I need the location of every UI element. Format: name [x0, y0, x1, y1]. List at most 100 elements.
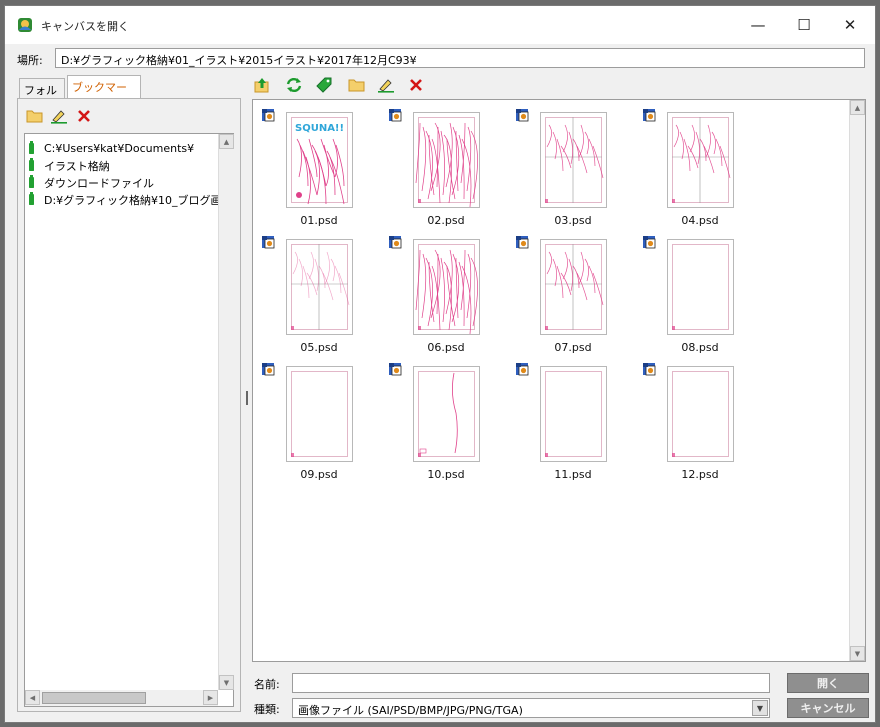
- open-canvas-dialog: キャンバスを開く — ☐ ✕ 場所: D:¥グラフィック格納¥01_イラスト¥2…: [4, 5, 876, 723]
- new-folder-icon[interactable]: [347, 76, 365, 94]
- file-thumbnail[interactable]: 02.psd: [383, 103, 509, 229]
- grid-vertical-scrollbar[interactable]: ▲ ▼: [849, 100, 865, 661]
- file-name-label: 11.psd: [554, 468, 592, 481]
- psd-file-icon: [643, 236, 656, 249]
- bookmark-marker-icon: [29, 175, 34, 188]
- bookmark-marker-icon: [29, 158, 34, 171]
- scroll-down-icon[interactable]: ▼: [219, 675, 234, 690]
- psd-file-icon: [389, 363, 402, 376]
- bookmark-vertical-scrollbar[interactable]: ▲ ▼: [218, 134, 235, 690]
- name-input[interactable]: [292, 673, 770, 693]
- maximize-button[interactable]: ☐: [781, 6, 827, 44]
- tag-icon[interactable]: [315, 76, 333, 94]
- psd-file-icon: [516, 109, 529, 122]
- thumbnail-preview: [286, 366, 353, 462]
- bookmark-label: イラスト格納: [44, 159, 110, 173]
- file-thumbnail[interactable]: 03.psd: [510, 103, 636, 229]
- bookmark-item[interactable]: ダウンロードファイル: [29, 174, 154, 191]
- thumbnail-preview: [667, 112, 734, 208]
- panel-splitter[interactable]: [246, 391, 248, 405]
- bookmark-label: D:¥グラフィック格納¥10_ブログ画像: [44, 193, 233, 207]
- delete-icon[interactable]: [75, 107, 93, 125]
- file-thumbnail[interactable]: 09.psd: [256, 357, 382, 483]
- thumbnail-preview: SQUNA!!: [286, 112, 353, 208]
- file-name-label: 02.psd: [427, 214, 465, 227]
- scroll-thumb[interactable]: [42, 692, 146, 704]
- file-thumbnail[interactable]: 10.psd: [383, 357, 509, 483]
- thumbnail-preview: [413, 239, 480, 335]
- title-bar: キャンバスを開く — ☐ ✕: [5, 6, 875, 44]
- bookmark-label: C:¥Users¥kat¥Documents¥: [44, 142, 195, 155]
- tab-bookmark[interactable]: ブックマーク: [67, 75, 141, 110]
- psd-file-icon: [389, 109, 402, 122]
- thumbnail-preview: [667, 366, 734, 462]
- file-name-label: 01.psd: [300, 214, 338, 227]
- cancel-button[interactable]: キャンセル: [787, 698, 869, 718]
- file-name-label: 08.psd: [681, 341, 719, 354]
- minimize-button[interactable]: —: [735, 6, 781, 44]
- bookmark-list: C:¥Users¥kat¥Documents¥ イラスト格納 ダウンロードファイ…: [24, 133, 235, 707]
- thumbnail-preview: [667, 239, 734, 335]
- psd-file-icon: [262, 109, 275, 122]
- bookmark-marker-icon: [29, 192, 34, 205]
- scroll-right-icon[interactable]: ▶: [203, 690, 218, 705]
- psd-file-icon: [643, 363, 656, 376]
- psd-file-icon: [262, 363, 275, 376]
- location-label: 場所:: [17, 54, 43, 67]
- bookmark-item[interactable]: D:¥グラフィック格納¥10_ブログ画像: [29, 191, 232, 208]
- left-panel: フォルダ ブックマーク C:¥Users¥kat¥Documents¥ イラスト…: [17, 75, 245, 714]
- open-button[interactable]: 開く: [787, 673, 869, 693]
- file-name-label: 10.psd: [427, 468, 465, 481]
- tab-folder[interactable]: フォルダ: [19, 78, 65, 113]
- psd-file-icon: [643, 109, 656, 122]
- thumbnail-preview: [413, 366, 480, 462]
- file-thumbnail[interactable]: 06.psd: [383, 230, 509, 356]
- file-thumbnail-grid: SQUNA!! 01.psd 02.psd 03.psd 04.psd 05.psd 06.…: [252, 99, 866, 662]
- bookmark-panel: C:¥Users¥kat¥Documents¥ イラスト格納 ダウンロードファイ…: [17, 98, 241, 712]
- bookmark-marker-icon: [29, 141, 34, 154]
- thumbnail-preview: [540, 112, 607, 208]
- chevron-down-icon[interactable]: ▼: [752, 700, 768, 716]
- folder-icon[interactable]: [25, 107, 43, 125]
- bookmark-horizontal-scrollbar[interactable]: ◀ ▶: [25, 690, 218, 706]
- bookmark-item[interactable]: C:¥Users¥kat¥Documents¥: [29, 140, 194, 157]
- window-title: キャンバスを開く: [41, 20, 129, 33]
- delete-file-icon[interactable]: [407, 76, 425, 94]
- file-name-label: 05.psd: [300, 341, 338, 354]
- edit-icon[interactable]: [50, 107, 68, 125]
- file-type-value: 画像ファイル (SAI/PSD/BMP/JPG/PNG/TGA): [298, 704, 523, 717]
- name-label: 名前:: [254, 678, 280, 691]
- location-row: 場所: D:¥グラフィック格納¥01_イラスト¥2015イラスト¥2017年12…: [5, 48, 875, 70]
- scroll-up-icon[interactable]: ▲: [219, 134, 234, 149]
- thumbnail-preview: [540, 239, 607, 335]
- psd-file-icon: [262, 236, 275, 249]
- psd-file-icon: [516, 236, 529, 249]
- file-thumbnail[interactable]: 11.psd: [510, 357, 636, 483]
- scroll-up-icon[interactable]: ▲: [850, 100, 865, 115]
- file-thumbnail[interactable]: 04.psd: [637, 103, 763, 229]
- file-thumbnail[interactable]: SQUNA!! 01.psd: [256, 103, 382, 229]
- type-label: 種類:: [254, 703, 280, 716]
- file-name-label: 04.psd: [681, 214, 719, 227]
- scroll-down-icon[interactable]: ▼: [850, 646, 865, 661]
- close-button[interactable]: ✕: [827, 6, 873, 44]
- file-thumbnail[interactable]: 12.psd: [637, 357, 763, 483]
- svg-text:SQUNA!!: SQUNA!!: [295, 123, 344, 134]
- rename-icon[interactable]: [377, 76, 395, 94]
- bookmark-item[interactable]: イラスト格納: [29, 157, 110, 174]
- file-thumbnail[interactable]: 08.psd: [637, 230, 763, 356]
- folder-up-icon[interactable]: [253, 76, 271, 94]
- file-type-select[interactable]: 画像ファイル (SAI/PSD/BMP/JPG/PNG/TGA) ▼: [292, 698, 770, 718]
- file-name-label: 12.psd: [681, 468, 719, 481]
- file-name-label: 06.psd: [427, 341, 465, 354]
- file-name-label: 07.psd: [554, 341, 592, 354]
- refresh-icon[interactable]: [285, 76, 303, 94]
- location-field[interactable]: D:¥グラフィック格納¥01_イラスト¥2015イラスト¥2017年12月C93…: [55, 48, 865, 68]
- file-name-label: 09.psd: [300, 468, 338, 481]
- psd-file-icon: [389, 236, 402, 249]
- scroll-left-icon[interactable]: ◀: [25, 690, 40, 705]
- file-thumbnail[interactable]: 05.psd: [256, 230, 382, 356]
- file-thumbnail[interactable]: 07.psd: [510, 230, 636, 356]
- psd-file-icon: [516, 363, 529, 376]
- app-icon: [18, 18, 32, 32]
